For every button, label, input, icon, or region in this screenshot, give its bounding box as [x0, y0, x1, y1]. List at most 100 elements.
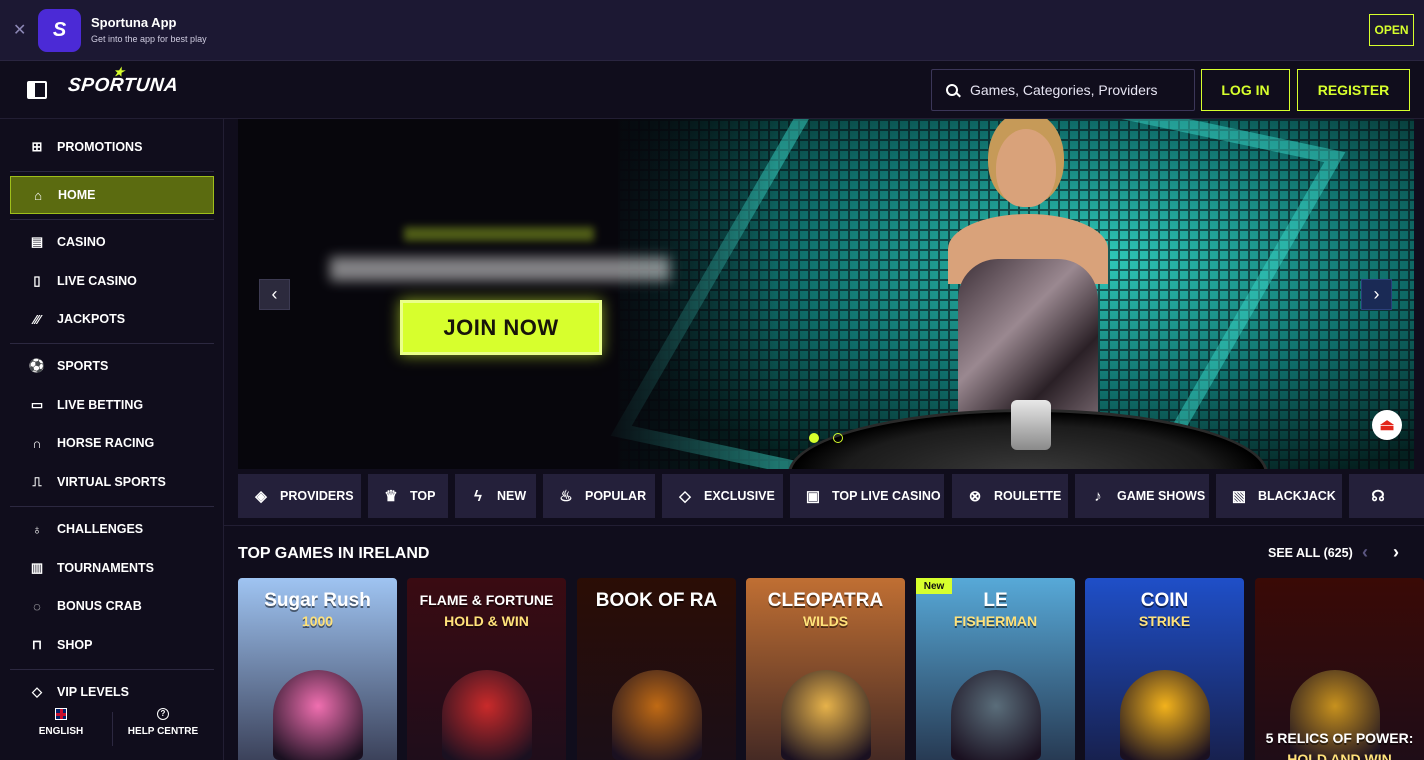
category-label: NEW [497, 489, 527, 503]
category-tab-popular[interactable]: ♨ POPULAR [543, 474, 655, 518]
search-input[interactable] [970, 82, 1180, 98]
chevron-left-icon[interactable]: ‹ [1362, 542, 1368, 563]
category-label: PROVIDERS [280, 489, 354, 503]
sidebar-toggle-icon[interactable] [27, 81, 47, 99]
crown-icon: ♛ [384, 488, 398, 505]
game-tile[interactable]: COIN STRIKE [1085, 578, 1244, 760]
category-tab-roulette[interactable]: ⊗ ROULETTE [952, 474, 1068, 518]
sidebar-item-vip-levels[interactable]: ◇ VIP LEVELS [10, 673, 214, 711]
game-art [1120, 670, 1210, 760]
category-tab-providers[interactable]: ◈ PROVIDERS [238, 474, 361, 518]
layers-icon: ◈ [255, 488, 267, 505]
home-icon: ⌂ [34, 187, 42, 203]
category-tab-top-live-casino[interactable]: ▣ TOP LIVE CASINO [790, 474, 944, 518]
category-label: BLACKJACK [1258, 489, 1336, 503]
sidebar-item-label: LIVE BETTING [57, 398, 144, 412]
app-icon: S [38, 9, 81, 52]
game-title-line: FISHERMAN [953, 613, 1038, 629]
football-icon: ⚽ [28, 358, 46, 373]
login-button[interactable]: LOG IN [1201, 69, 1290, 111]
sidebar-item-virtual-sports[interactable]: ⎍ VIRTUAL SPORTS [10, 463, 214, 501]
sidebar-item-label: LIVE CASINO [57, 274, 137, 288]
sidebar-item-casino[interactable]: ▤ CASINO [10, 223, 214, 261]
game-art [612, 670, 702, 760]
register-button[interactable]: REGISTER [1297, 69, 1410, 111]
section-divider [224, 525, 1424, 526]
sidebar-item-label: SPORTS [57, 359, 109, 373]
sidebar-item-label: SHOP [57, 638, 93, 652]
carousel-dot[interactable] [809, 433, 819, 443]
game-title-line: 5 RELICS OF POWER: [1265, 730, 1414, 746]
flame-icon: ♨ [559, 488, 573, 505]
category-tab-exclusive[interactable]: ◇ EXCLUSIVE [662, 474, 783, 518]
logo-star-icon: ★ [112, 65, 126, 79]
sidebar-item-home[interactable]: ⌂ HOME [10, 176, 214, 214]
game-tile[interactable]: BOOK OF RA [577, 578, 736, 760]
sidebar-item-tournaments[interactable]: ▥ TOURNAMENTS [10, 549, 214, 587]
category-label: EXCLUSIVE [704, 489, 775, 503]
hero-carousel: JOIN NOW ‹ › ⏏ [238, 119, 1414, 469]
jackpot-icon: ⁄⁄⁄ [33, 311, 41, 327]
close-icon[interactable]: ✕ [13, 20, 26, 40]
category-tab-game-shows[interactable]: ♪ GAME SHOWS [1075, 474, 1209, 518]
sidebar-divider [10, 343, 214, 344]
category-tab-new[interactable]: ϟ NEW [455, 474, 536, 518]
sidebar-divider [10, 171, 214, 172]
podium-icon: ▥ [30, 560, 44, 575]
lightning-icon: ϟ [474, 487, 482, 505]
category-label: GAME SHOWS [1117, 489, 1206, 503]
sidebar-item-challenges[interactable]: ♁ CHALLENGES [10, 510, 214, 548]
game-title-line: HOLD & WIN [444, 613, 529, 629]
sidebar-item-label: VIP LEVELS [57, 685, 130, 699]
game-tile[interactable]: 5 RELICS OF POWER: HOLD AND WIN [1255, 578, 1424, 760]
game-title: FLAME & FORTUNE HOLD & WIN [407, 590, 566, 632]
search-box[interactable] [931, 69, 1195, 111]
chevron-right-icon[interactable]: › [1393, 542, 1399, 563]
category-tab-blackjack[interactable]: ▧ BLACKJACK [1216, 474, 1342, 518]
adobe-pdf-icon[interactable]: ⏏ [1372, 410, 1402, 440]
game-title-line: WILDS [802, 613, 849, 629]
sidebar-item-sports[interactable]: ⚽ SPORTS [10, 347, 214, 385]
sidebar-item-horse-racing[interactable]: ∩ HORSE RACING [10, 424, 214, 462]
see-all-link[interactable]: SEE ALL (625) [1268, 546, 1353, 560]
game-tile[interactable]: FLAME & FORTUNE HOLD & WIN [407, 578, 566, 760]
carousel-dot[interactable] [833, 433, 843, 443]
game-title-line: CLEOPATRA [767, 590, 884, 611]
promo-offer-blurred [330, 257, 670, 281]
logo[interactable]: SPORTUNA ★ [67, 65, 179, 97]
roulette-icon: ⊗ [968, 488, 982, 505]
game-tile[interactable]: CLEOPATRA WILDS [746, 578, 905, 760]
category-tab-more[interactable]: ☊ [1349, 474, 1424, 518]
sidebar-item-bonus-crab[interactable]: ◌ BONUS CRAB [10, 587, 214, 625]
sidebar-item-jackpots[interactable]: ⁄⁄⁄ JACKPOTS [10, 300, 214, 338]
card-icon: ▣ [805, 488, 821, 505]
category-label: ROULETTE [994, 489, 1062, 503]
game-tile[interactable]: LE FISHERMAN [916, 578, 1075, 760]
open-app-button[interactable]: OPEN [1369, 14, 1414, 46]
sidebar-item-label: BONUS CRAB [57, 599, 142, 613]
game-art [442, 670, 532, 760]
challenge-icon: ♁ [32, 521, 42, 537]
sidebar-item-shop[interactable]: ⊓ SHOP [10, 626, 214, 664]
live-icon: ▭ [30, 397, 44, 412]
chevron-left-icon[interactable]: ‹ [259, 279, 290, 310]
sidebar-divider [10, 506, 214, 507]
game-title-line: HOLD AND WIN [1287, 751, 1392, 760]
chevron-right-icon[interactable]: › [1361, 279, 1392, 310]
promo-kicker-blurred [404, 227, 594, 241]
sidebar-item-live-casino[interactable]: ▯ LIVE CASINO [10, 262, 214, 300]
crab-icon: ◌ [33, 598, 41, 614]
diamond-icon: ◇ [679, 488, 691, 505]
category-label: POPULAR [585, 489, 647, 503]
gamepad-icon: ⎍ [32, 474, 42, 489]
help-centre-link[interactable]: ? HELP CENTRE [113, 708, 213, 737]
category-tab-top[interactable]: ♛ TOP [368, 474, 448, 518]
game-title: 5 RELICS OF POWER: HOLD AND WIN [1255, 728, 1424, 760]
language-selector[interactable]: ENGLISH [11, 708, 111, 737]
game-art [951, 670, 1041, 760]
game-title-line: BOOK OF RA [595, 590, 718, 611]
sidebar-item-promotions[interactable]: ⊞ PROMOTIONS [10, 128, 214, 166]
sidebar-item-live-betting[interactable]: ▭ LIVE BETTING [10, 386, 214, 424]
join-now-button[interactable]: JOIN NOW [400, 300, 602, 355]
game-tile[interactable]: Sugar Rush 1000 [238, 578, 397, 760]
